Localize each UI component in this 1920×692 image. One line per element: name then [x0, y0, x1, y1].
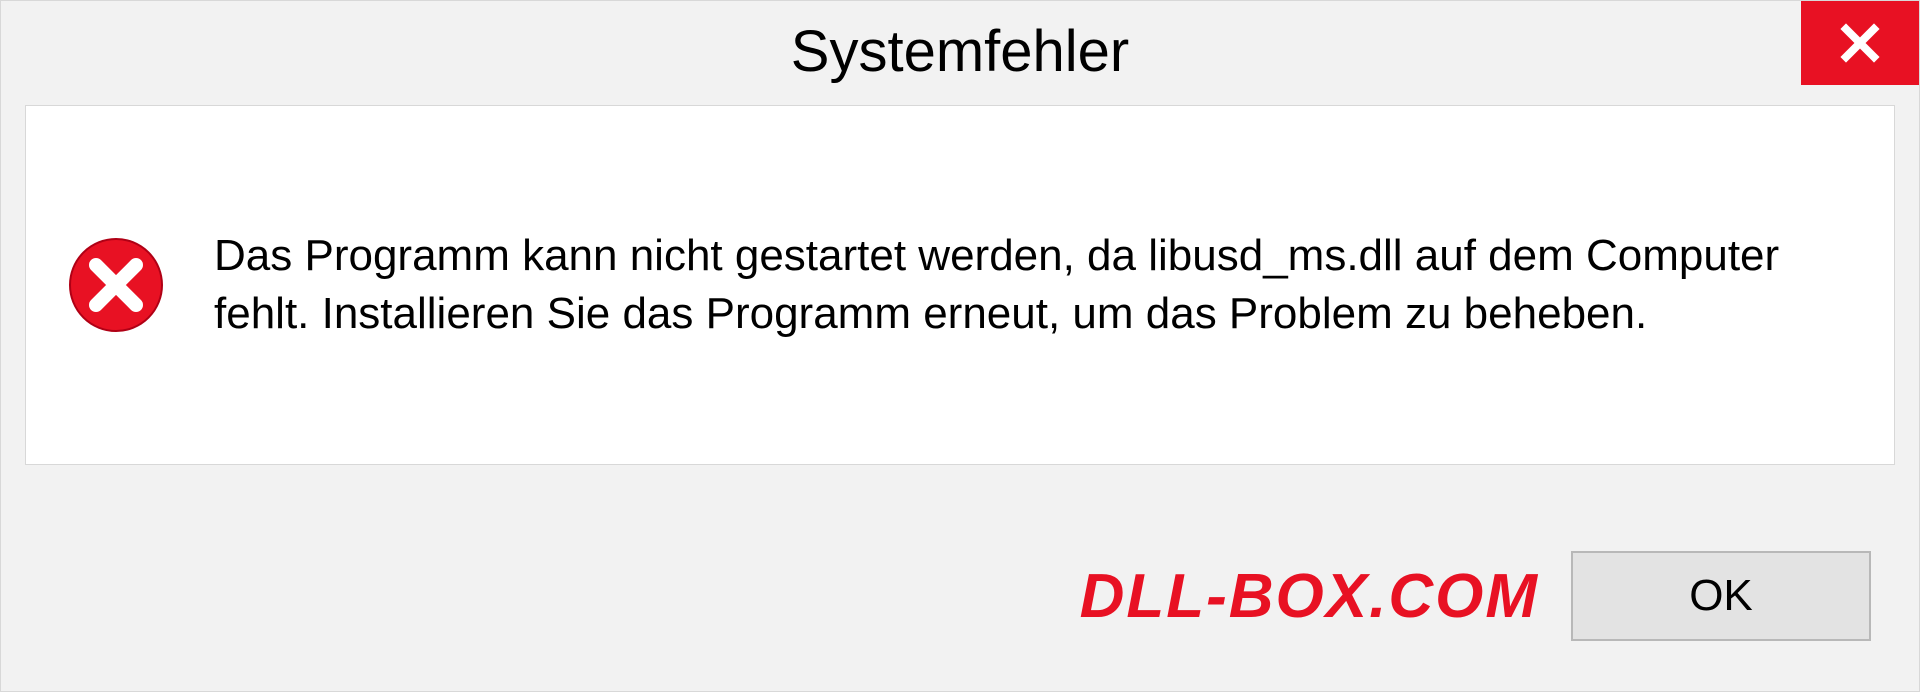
close-icon — [1839, 22, 1881, 64]
error-icon — [66, 235, 166, 335]
ok-button-label: OK — [1689, 571, 1753, 621]
titlebar: Systemfehler — [1, 1, 1919, 101]
error-dialog: Systemfehler Das Programm kann nicht ges… — [0, 0, 1920, 692]
dialog-footer: DLL-BOX.COM OK — [1, 501, 1919, 691]
error-message: Das Programm kann nicht gestartet werden… — [214, 227, 1854, 343]
close-button[interactable] — [1801, 1, 1919, 85]
ok-button[interactable]: OK — [1571, 551, 1871, 641]
content-panel: Das Programm kann nicht gestartet werden… — [25, 105, 1895, 465]
dialog-title: Systemfehler — [791, 18, 1129, 85]
watermark-text: DLL-BOX.COM — [1080, 561, 1539, 632]
